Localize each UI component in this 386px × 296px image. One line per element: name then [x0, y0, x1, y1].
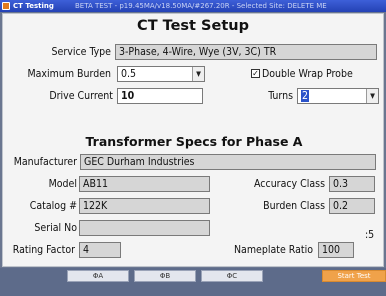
- accuracy-class-value: 0.3: [333, 178, 349, 190]
- model-value: AB11: [83, 178, 108, 190]
- burden-class-label: Burden Class: [263, 200, 325, 212]
- service-type-label: Service Type: [51, 46, 111, 58]
- specs-title: Transformer Specs for Phase A: [85, 134, 303, 149]
- manufacturer-value: GEC Durham Industries: [84, 156, 195, 168]
- serial-no-label: Serial No: [34, 222, 77, 234]
- tab-phase-b[interactable]: ΦB: [134, 270, 196, 282]
- turns-dropdown[interactable]: 2 ▼: [297, 88, 379, 104]
- service-type-field[interactable]: 3-Phase, 4-Wire, Wye (3V, 3C) TR: [115, 44, 377, 60]
- service-type-value: 3-Phase, 4-Wire, Wye (3V, 3C) TR: [119, 46, 277, 58]
- burden-class-value: 0.2: [333, 200, 349, 212]
- maximum-burden-value: 0.5: [121, 68, 137, 80]
- double-wrap-checkbox[interactable]: ✓: [251, 69, 260, 78]
- status-text: BETA TEST - p19.45MA/v18.50MA/#267.20R -…: [75, 2, 327, 10]
- chevron-down-icon[interactable]: ▼: [366, 89, 378, 103]
- ratio-suffix: :5: [365, 229, 375, 241]
- drive-current-input[interactable]: 10: [117, 88, 203, 104]
- nameplate-ratio-field[interactable]: 100: [318, 242, 354, 258]
- catalog-label: Catalog #: [29, 200, 77, 212]
- nameplate-ratio-value: 100: [322, 244, 341, 256]
- rating-factor-label: Rating Factor: [12, 244, 75, 256]
- rating-factor-field[interactable]: 4: [79, 242, 121, 258]
- turns-label: Turns: [268, 90, 293, 102]
- nameplate-ratio-label: Nameplate Ratio: [233, 244, 313, 256]
- title-bar: CT Testing BETA TEST - p19.45MA/v18.50MA…: [0, 0, 386, 12]
- tab-phase-a[interactable]: ΦA: [67, 270, 129, 282]
- bottom-toolbar: ΦA ΦB ΦC Start Test: [0, 268, 386, 296]
- model-label: Model: [48, 178, 77, 190]
- turns-value: 2: [301, 90, 310, 102]
- catalog-field[interactable]: 122K: [79, 198, 210, 214]
- burden-class-field[interactable]: 0.2: [329, 198, 375, 214]
- double-wrap-label: Double Wrap Probe: [262, 68, 353, 80]
- app-icon: [2, 2, 10, 10]
- manufacturer-label: Manufacturer: [13, 156, 77, 168]
- model-field[interactable]: AB11: [79, 176, 210, 192]
- accuracy-class-field[interactable]: 0.3: [329, 176, 375, 192]
- tab-phase-c[interactable]: ΦC: [201, 270, 263, 282]
- catalog-value: 122K: [83, 200, 108, 212]
- drive-current-label: Drive Current: [49, 90, 113, 102]
- start-test-button[interactable]: Start Test: [322, 270, 386, 282]
- serial-no-field[interactable]: [79, 220, 210, 236]
- drive-current-value: 10: [121, 90, 135, 102]
- maximum-burden-dropdown[interactable]: 0.5 ▼: [117, 66, 205, 82]
- maximum-burden-label: Maximum Burden: [27, 68, 111, 80]
- app-title: CT Testing: [13, 2, 54, 10]
- rating-factor-value: 4: [83, 244, 90, 256]
- manufacturer-field[interactable]: GEC Durham Industries: [80, 154, 376, 170]
- page-title: CT Test Setup: [137, 18, 249, 34]
- chevron-down-icon[interactable]: ▼: [192, 67, 204, 81]
- main-panel: CT Test Setup Service Type 3-Phase, 4-Wi…: [2, 13, 384, 267]
- accuracy-class-label: Accuracy Class: [254, 178, 325, 190]
